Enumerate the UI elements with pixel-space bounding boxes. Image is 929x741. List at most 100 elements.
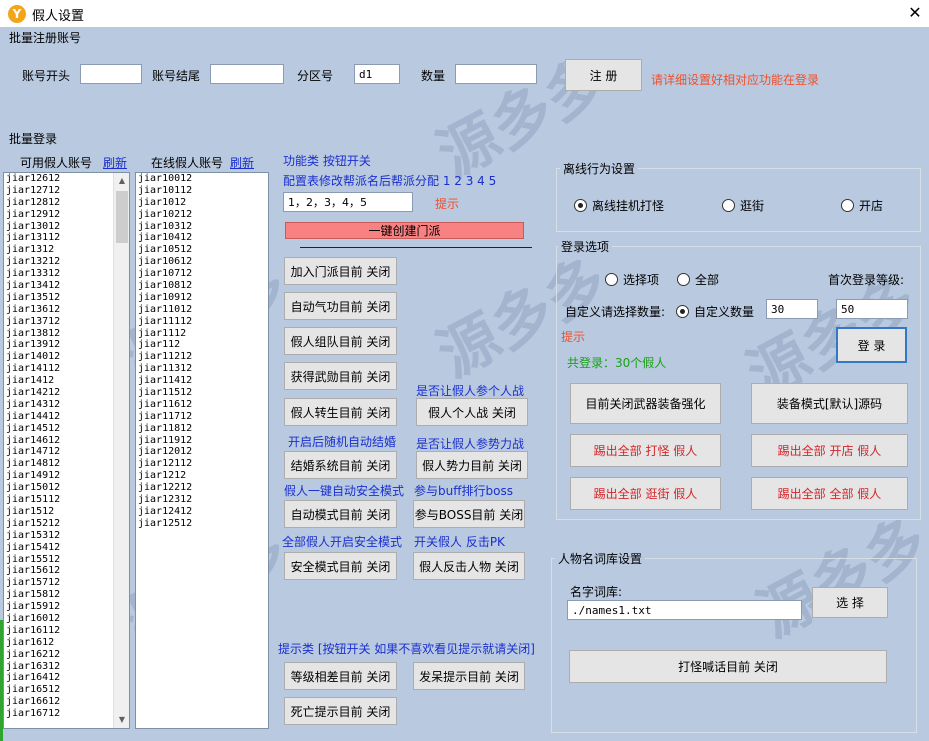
list-item[interactable]: jiar15812 — [6, 589, 129, 601]
death-tip-button[interactable]: 死亡提示目前 关闭 — [284, 697, 397, 725]
list-item[interactable]: jiar15312 — [6, 530, 129, 542]
idle-tip-button[interactable]: 发呆提示目前 关闭 — [413, 662, 525, 690]
available-refresh-link[interactable]: 刷新 — [103, 154, 127, 171]
list-item[interactable]: jiar12312 — [138, 494, 268, 506]
list-item[interactable]: jiar14712 — [6, 446, 129, 458]
list-item[interactable]: jiar15012 — [6, 482, 129, 494]
list-item[interactable]: jiar1412 — [6, 375, 129, 387]
list-item[interactable]: jiar16612 — [6, 696, 129, 708]
list-item[interactable]: jiar1612 — [6, 637, 129, 649]
list-item[interactable]: jiar14612 — [6, 435, 129, 447]
list-item[interactable]: jiar10012 — [138, 173, 268, 185]
list-item[interactable]: jiar13512 — [6, 292, 129, 304]
list-item[interactable]: jiar15712 — [6, 577, 129, 589]
list-item[interactable]: jiar12812 — [6, 197, 129, 209]
list-item[interactable]: jiar16012 — [6, 613, 129, 625]
list-item[interactable]: jiar13212 — [6, 256, 129, 268]
zone-input[interactable] — [354, 64, 400, 84]
list-item[interactable]: jiar13812 — [6, 328, 129, 340]
list-item[interactable]: jiar14012 — [6, 351, 129, 363]
list-item[interactable]: jiar10112 — [138, 185, 268, 197]
force-battle-button[interactable]: 假人势力目前 关闭 — [416, 451, 528, 479]
auto-qigong-button[interactable]: 自动气功目前 关闭 — [284, 292, 397, 320]
list-item[interactable]: jiar16112 — [6, 625, 129, 637]
equip-mode-button[interactable]: 装备模式[默认]源码 — [751, 383, 908, 424]
list-item[interactable]: jiar16212 — [6, 649, 129, 661]
list-item[interactable]: jiar11112 — [138, 316, 268, 328]
list-item[interactable]: jiar10812 — [138, 280, 268, 292]
kick-shop-button[interactable]: 踢出全部 开店 假人 — [751, 434, 908, 467]
select-file-button[interactable]: 选 择 — [812, 587, 888, 618]
scroll-down-icon[interactable]: ▼ — [114, 712, 129, 728]
list-item[interactable]: jiar13912 — [6, 339, 129, 351]
custom-count-input[interactable] — [766, 299, 818, 319]
list-item[interactable]: jiar12512 — [138, 518, 268, 530]
kick-stroll-button[interactable]: 踢出全部 逛街 假人 — [570, 477, 721, 510]
list-item[interactable]: jiar1512 — [6, 506, 129, 518]
name-library-path-input[interactable] — [567, 600, 802, 620]
list-item[interactable]: jiar15512 — [6, 554, 129, 566]
martial-merit-button[interactable]: 获得武勋目前 关闭 — [284, 362, 397, 390]
list-item[interactable]: jiar12212 — [138, 482, 268, 494]
list-item[interactable]: jiar13012 — [6, 221, 129, 233]
list-item[interactable]: jiar12712 — [6, 185, 129, 197]
online-refresh-link[interactable]: 刷新 — [230, 154, 254, 171]
list-item[interactable]: jiar11812 — [138, 423, 268, 435]
list-item[interactable]: jiar14512 — [6, 423, 129, 435]
list-item[interactable]: jiar10712 — [138, 268, 268, 280]
list-item[interactable]: jiar14212 — [6, 387, 129, 399]
list-item[interactable]: jiar12012 — [138, 446, 268, 458]
list-item[interactable]: jiar14112 — [6, 363, 129, 375]
online-accounts-list[interactable]: jiar10012 jiar10112 jiar1012 jiar10212 jiar1… — [135, 172, 269, 729]
list-item[interactable]: jiar13612 — [6, 304, 129, 316]
available-list-scrollbar[interactable]: ▲ ▼ — [113, 173, 129, 728]
available-accounts-list[interactable]: jiar12612 jiar12712 jiar12812 jiar12912 jiar… — [3, 172, 130, 729]
list-item[interactable]: jiar10412 — [138, 232, 268, 244]
shout-button[interactable]: 打怪喊话目前 关闭 — [569, 650, 887, 683]
count-input[interactable] — [455, 64, 537, 84]
faction-input[interactable] — [283, 192, 413, 212]
login-option-custom[interactable]: 自定义数量 — [676, 303, 754, 320]
weapon-enhance-button[interactable]: 目前关闭武器装备强化 — [570, 383, 721, 424]
level-tip-button[interactable]: 等级相差目前 关闭 — [284, 662, 397, 690]
list-item[interactable]: jiar112 — [138, 339, 268, 351]
counter-attack-button[interactable]: 假人反击人物 关闭 — [413, 552, 525, 580]
list-item[interactable]: jiar16712 — [6, 708, 129, 720]
register-button[interactable]: 注 册 — [565, 59, 642, 91]
kick-all-button[interactable]: 踢出全部 全部 假人 — [751, 477, 908, 510]
list-item[interactable]: jiar11312 — [138, 363, 268, 375]
list-item[interactable]: jiar13112 — [6, 232, 129, 244]
list-item[interactable]: jiar15912 — [6, 601, 129, 613]
account-suffix-input[interactable] — [210, 64, 284, 84]
list-item[interactable]: jiar15112 — [6, 494, 129, 506]
kick-monster-button[interactable]: 踢出全部 打怪 假人 — [570, 434, 721, 467]
list-item[interactable]: jiar14412 — [6, 411, 129, 423]
offline-option-stroll[interactable]: 逛街 — [722, 197, 764, 214]
list-item[interactable]: jiar11012 — [138, 304, 268, 316]
list-item[interactable]: jiar1012 — [138, 197, 268, 209]
list-item[interactable]: jiar12612 — [6, 173, 129, 185]
list-item[interactable]: jiar15212 — [6, 518, 129, 530]
list-item[interactable]: jiar13312 — [6, 268, 129, 280]
safe-mode-button[interactable]: 安全模式目前 关闭 — [284, 552, 397, 580]
list-item[interactable]: jiar11512 — [138, 387, 268, 399]
list-item[interactable]: jiar13412 — [6, 280, 129, 292]
list-item[interactable]: jiar11412 — [138, 375, 268, 387]
rebirth-button[interactable]: 假人转生目前 关闭 — [284, 398, 397, 426]
first-login-level-input[interactable] — [836, 299, 908, 319]
list-item[interactable]: jiar1212 — [138, 470, 268, 482]
marriage-button[interactable]: 结婚系统目前 关闭 — [284, 451, 397, 479]
list-item[interactable]: jiar14312 — [6, 399, 129, 411]
create-faction-button[interactable]: 一键创建门派 — [285, 222, 524, 239]
list-item[interactable]: jiar15412 — [6, 542, 129, 554]
list-item[interactable]: jiar10912 — [138, 292, 268, 304]
list-item[interactable]: jiar11712 — [138, 411, 268, 423]
account-prefix-input[interactable] — [80, 64, 142, 84]
list-item[interactable]: jiar12912 — [6, 209, 129, 221]
list-item[interactable]: jiar1112 — [138, 328, 268, 340]
list-item[interactable]: jiar11612 — [138, 399, 268, 411]
offline-option-monster[interactable]: 离线挂机打怪 — [574, 197, 664, 214]
personal-battle-button[interactable]: 假人个人战 关闭 — [416, 398, 528, 426]
list-item[interactable]: jiar16512 — [6, 684, 129, 696]
login-option-all[interactable]: 全部 — [677, 271, 719, 288]
